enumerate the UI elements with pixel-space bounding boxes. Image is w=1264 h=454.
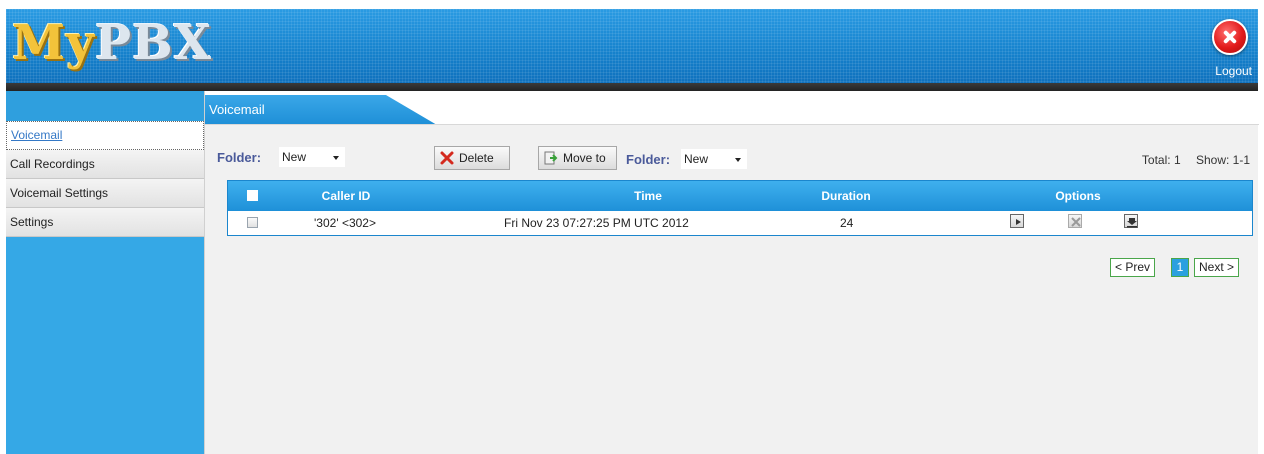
sidebar: Voicemail Call Recordings Voicemail Sett… (6, 91, 204, 454)
delete-button[interactable]: Delete (434, 146, 510, 170)
chevron-down-icon (333, 156, 339, 160)
move-to-button-label: Move to (563, 151, 606, 165)
table-row[interactable]: '302' <302> Fri Nov 23 07:27:25 PM UTC 2… (228, 211, 1252, 235)
main-content: Voicemail Folder: New Delete Move to Fol… (204, 91, 1259, 454)
logout-icon[interactable] (1212, 19, 1248, 55)
sidebar-header (6, 91, 204, 121)
target-folder-select-value: New (684, 152, 709, 166)
header-divider (6, 83, 1258, 91)
column-header-duration[interactable]: Duration (806, 181, 886, 211)
prev-page-button[interactable]: < Prev (1110, 258, 1156, 277)
tab-divider (205, 124, 1259, 125)
sidebar-item-voicemail[interactable]: Voicemail (6, 121, 204, 150)
cell-duration: 24 (840, 216, 854, 230)
table-header: Caller ID Time Duration Options (228, 181, 1252, 211)
folder-label: Folder: (217, 150, 262, 165)
sidebar-item-call-recordings[interactable]: Call Recordings (6, 150, 204, 179)
download-icon[interactable] (1124, 214, 1138, 228)
page-1-button[interactable]: 1 (1171, 258, 1189, 277)
delete-x-icon (440, 151, 454, 165)
tab-bar: Voicemail (205, 91, 1259, 125)
sidebar-item-voicemail-settings[interactable]: Voicemail Settings (6, 179, 204, 208)
column-header-time[interactable]: Time (498, 181, 798, 211)
tab-voicemail[interactable]: Voicemail (205, 95, 437, 125)
voicemail-table: Caller ID Time Duration Options '302' <3… (227, 180, 1253, 236)
delete-icon[interactable] (1068, 214, 1082, 228)
chevron-down-icon (735, 158, 741, 162)
logo-my: My (12, 15, 96, 71)
column-header-options: Options (1055, 189, 1101, 203)
target-folder-label: Folder: (626, 152, 671, 167)
header-banner: MyPBX Logout (6, 9, 1258, 83)
move-to-button[interactable]: Move to (538, 146, 617, 170)
select-all-checkbox[interactable] (247, 190, 258, 204)
app-window: MyPBX Logout Voicemail Call Recordings V… (0, 0, 1264, 454)
cell-caller-id: '302' <302> (314, 216, 376, 230)
logout-button[interactable]: Logout (1208, 15, 1252, 81)
cell-time: Fri Nov 23 07:27:25 PM UTC 2012 (504, 216, 689, 230)
sidebar-item-settings[interactable]: Settings (6, 208, 204, 237)
delete-button-label: Delete (459, 151, 494, 165)
row-checkbox[interactable] (247, 217, 258, 228)
show-range: Show: 1-1 (1195, 153, 1250, 167)
record-totals: Total: 1 Show: 1-1 (1130, 153, 1250, 167)
play-icon[interactable] (1010, 214, 1024, 228)
column-header-caller-id[interactable]: Caller ID (316, 181, 376, 211)
next-page-button[interactable]: Next > (1194, 258, 1240, 277)
logo-pbx: PBX (95, 15, 212, 71)
folder-select[interactable]: New (279, 147, 345, 167)
folder-select-value: New (282, 150, 307, 164)
total-count: Total: 1 (1141, 153, 1181, 167)
move-to-icon (544, 151, 558, 165)
target-folder-select[interactable]: New (681, 149, 747, 169)
logout-label[interactable]: Logout (1215, 64, 1252, 78)
mypbx-logo: MyPBX (12, 15, 212, 71)
